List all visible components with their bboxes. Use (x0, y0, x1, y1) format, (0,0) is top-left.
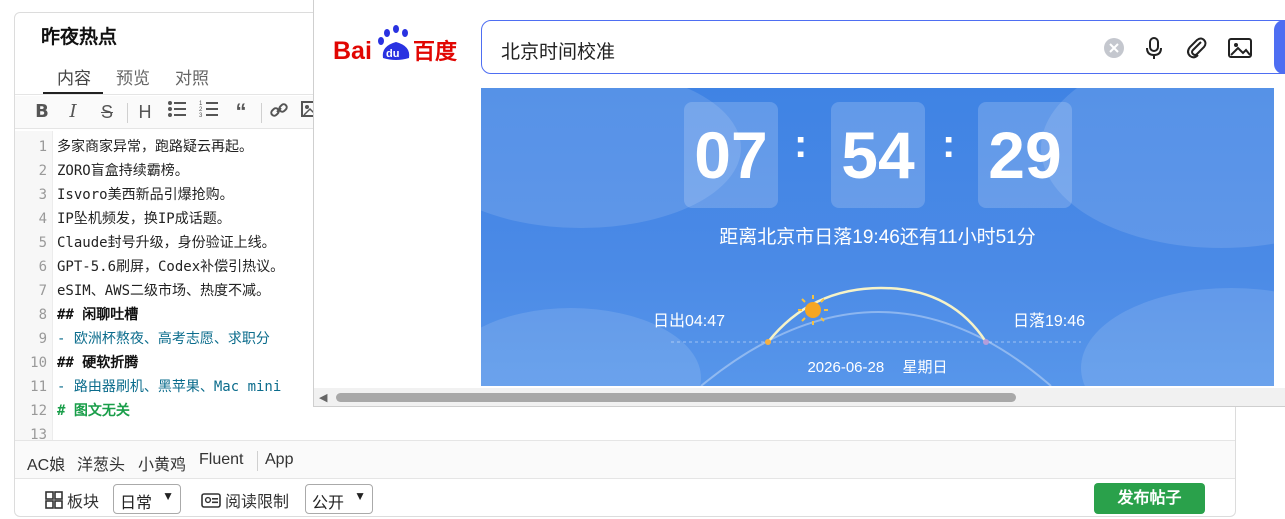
scroll-left-icon[interactable]: ◀ (319, 391, 327, 404)
clock-separator: : (794, 122, 808, 166)
sticker-set-acniang[interactable]: AC娘 (27, 451, 65, 475)
svg-text:Bai: Bai (333, 37, 372, 64)
date-line: 2026-06-28 星期日 (481, 356, 1274, 377)
board-label: 板块 (45, 488, 99, 512)
editor-title: 昨夜热点 (41, 27, 118, 48)
line-text: eSIM、AWS二级市场、热度不减。 (57, 283, 271, 299)
browser-window: Bai du 百度 北京时间校准 07: 54: 29 距离北京市日落19:… (313, 0, 1285, 407)
clock-seconds: 29 (978, 102, 1072, 208)
tab-compare[interactable]: 对照 (175, 64, 209, 89)
svg-text:3: 3 (199, 113, 203, 118)
microphone-icon[interactable] (1141, 35, 1167, 61)
search-button[interactable] (1274, 20, 1285, 74)
line-text: Claude封号升级，身份验证上线。 (57, 235, 276, 251)
sticker-set-chick[interactable]: 小黄鸡 (138, 451, 186, 475)
line-text: ZORO盲盒持续霸榜。 (57, 163, 189, 179)
line-text: - 欧洲杯熬夜、高考志愿、求职分 (57, 331, 270, 347)
line-number: 11 (30, 379, 47, 395)
clock-hours: 07 (684, 102, 778, 208)
numbered-list-icon[interactable]: 123 (197, 100, 221, 124)
current-date: 2026-06-28 (807, 359, 885, 376)
beijing-time-widget: 07 : 54 : 29 距离北京市日落19:46还有11小时51分 日出04:… (481, 88, 1274, 386)
line-text: 多家商家异常，跑路疑云再起。 (57, 139, 253, 155)
baidu-header: Bai du 百度 北京时间校准 (314, 0, 1285, 88)
publish-button[interactable]: 发布帖子 (1094, 483, 1205, 514)
sunset-label: 日落19:46 (1013, 313, 1086, 330)
strikethrough-icon[interactable]: S (95, 100, 119, 124)
clear-icon[interactable] (1101, 35, 1127, 61)
read-limit-label: 阅读限制 (201, 488, 289, 512)
grid-icon (45, 491, 63, 509)
line-text: GPT-5.6刷屏，Codex补偿引热议。 (57, 259, 285, 275)
scrollbar-thumb[interactable] (336, 393, 1016, 402)
board-label-text: 板块 (67, 494, 100, 511)
line-number: 7 (38, 283, 47, 299)
baidu-logo[interactable]: Bai du 百度 (333, 24, 463, 65)
line-number: 5 (38, 235, 47, 251)
board-select-value: 日常 (120, 495, 153, 512)
line-number: 4 (38, 211, 47, 227)
tab-preview[interactable]: 预览 (116, 64, 150, 89)
post-options-bar: 板块 日常 ▼ 阅读限制 公开 ▼ 发布帖子 (15, 478, 1235, 516)
line-number: 2 (38, 163, 47, 179)
sticker-set-app[interactable]: App (265, 451, 293, 469)
chevron-down-icon: ▼ (162, 489, 174, 503)
sunrise-label: 日出04:47 (653, 313, 726, 330)
sun-icon (797, 294, 829, 326)
line-number: 10 (30, 355, 47, 371)
quote-icon[interactable]: “ (229, 100, 253, 124)
horizontal-scrollbar[interactable]: ◀ (314, 388, 1285, 406)
attachment-icon[interactable] (1184, 35, 1210, 61)
sticker-set-bar: AC娘 洋葱头 小黄鸡 Fluent App (15, 440, 1235, 478)
bold-icon[interactable]: B (30, 100, 54, 124)
svg-text:du: du (386, 48, 399, 60)
board-select[interactable]: 日常 ▼ (113, 484, 181, 514)
line-number: 1 (38, 139, 47, 155)
bullet-list-icon[interactable] (165, 100, 189, 124)
line-text: IP坠机频发，换IP成话题。 (57, 211, 231, 227)
tab-content[interactable]: 内容 (57, 64, 91, 89)
line-number: 6 (38, 259, 47, 275)
image-search-icon[interactable] (1227, 35, 1253, 61)
heading-icon[interactable]: H (133, 100, 157, 124)
italic-icon[interactable]: I (61, 100, 85, 124)
read-limit-text: 阅读限制 (225, 494, 290, 511)
active-tab-indicator (43, 92, 103, 94)
visibility-select[interactable]: 公开 ▼ (305, 484, 373, 514)
toolbar-divider (127, 103, 128, 123)
chevron-down-icon: ▼ (354, 489, 366, 503)
sunset-countdown: 距离北京市日落19:46还有11小时51分 (719, 227, 1036, 248)
line-text: ## 硬软折腾 (57, 355, 139, 371)
line-text: Isvoro美西新品引爆抢购。 (57, 187, 234, 203)
line-text: - 路由器刷机、黑苹果、Mac mini (57, 379, 282, 395)
clock-separator: : (942, 122, 956, 166)
clock-minutes: 54 (831, 102, 925, 208)
line-number: 3 (38, 187, 47, 203)
sticker-divider (257, 451, 258, 471)
line-text: # 图文无关 (57, 403, 130, 419)
line-number: 8 (38, 307, 47, 323)
visibility-select-value: 公开 (312, 495, 345, 512)
current-weekday: 星期日 (902, 359, 948, 376)
line-number: 9 (38, 331, 47, 347)
search-input[interactable]: 北京时间校准 (501, 37, 615, 64)
search-box[interactable]: 北京时间校准 (481, 20, 1285, 74)
sticker-set-onion[interactable]: 洋葱头 (77, 451, 125, 475)
line-text: ## 闲聊吐槽 (57, 307, 139, 323)
sticker-set-fluent[interactable]: Fluent (199, 451, 243, 469)
toolbar-divider (261, 103, 262, 123)
reader-icon (201, 493, 221, 508)
link-icon[interactable] (267, 100, 291, 124)
svg-text:百度: 百度 (413, 39, 458, 64)
line-number: 12 (30, 403, 47, 419)
